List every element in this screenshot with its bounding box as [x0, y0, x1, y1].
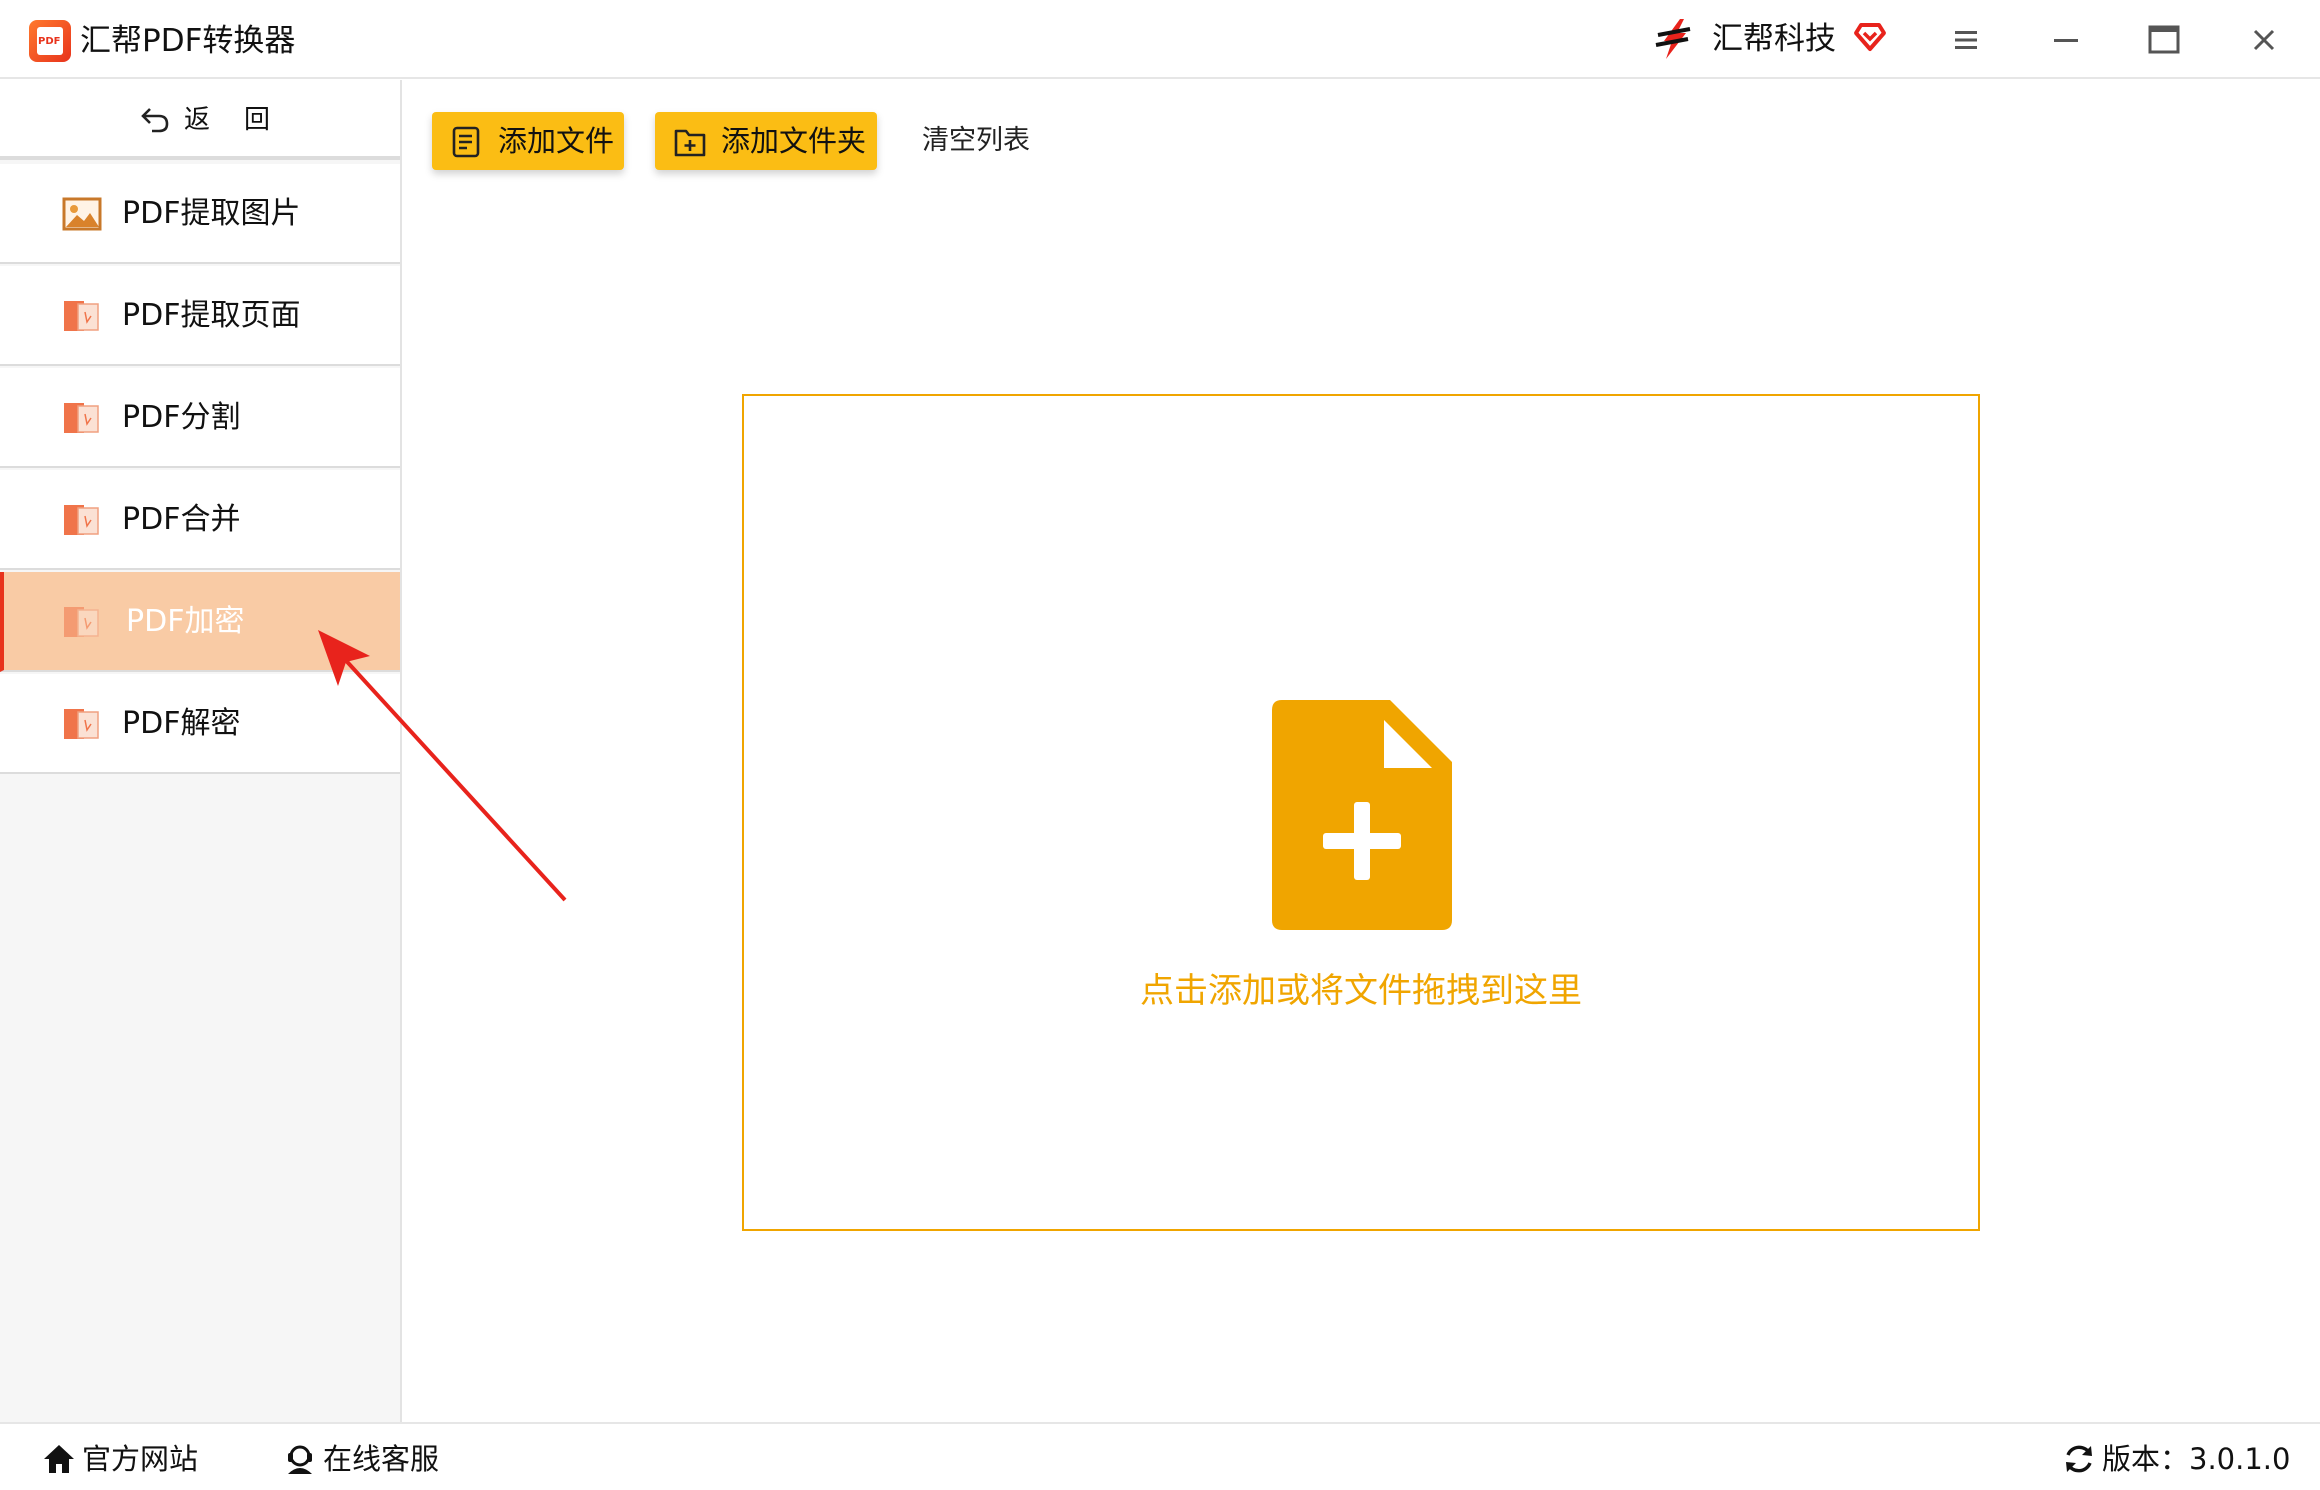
image-icon: [62, 197, 102, 231]
pdf-file-icon: [64, 403, 99, 433]
sidebar-item-label: PDF解密: [122, 706, 241, 741]
sidebar-item-extract-images[interactable]: PDF提取图片: [0, 164, 400, 264]
customer-service-icon: [288, 1445, 312, 1474]
app-logo-text: PDF: [38, 36, 61, 47]
add-folder-button[interactable]: 添加文件夹: [655, 112, 877, 170]
close-icon[interactable]: [2242, 18, 2286, 62]
title-bar: PDF 汇帮PDF转换器 汇帮科技: [0, 0, 2320, 79]
minimize-icon[interactable]: [2044, 18, 2088, 62]
sidebar-item-merge[interactable]: PDF合并: [0, 470, 400, 570]
sidebar-item-label: PDF提取图片: [122, 196, 301, 231]
sidebar-item-label: PDF提取页面: [122, 298, 301, 333]
sidebar-item-split[interactable]: PDF分割: [0, 368, 400, 468]
add-file-button[interactable]: 添加文件: [432, 112, 624, 170]
file-drop-zone[interactable]: 点击添加或将文件拖拽到这里: [742, 394, 1980, 1231]
version-info[interactable]: 版本：3.0.1.0: [2062, 1438, 2302, 1480]
add-file-icon: [452, 126, 480, 158]
vip-heart-icon[interactable]: [1852, 18, 1888, 54]
drop-hint-text: 点击添加或将文件拖拽到这里: [1140, 971, 1582, 1011]
online-service-label: 在线客服: [323, 1442, 440, 1476]
sidebar-item-label: PDF分割: [122, 400, 241, 435]
refresh-icon: [2066, 1445, 2092, 1473]
brand-name: 汇帮科技: [1712, 21, 1836, 57]
add-file-label: 添加文件: [498, 124, 615, 158]
version-label: 版本：3.0.1.0: [2102, 1442, 2291, 1476]
official-website-label: 官方网站: [82, 1442, 199, 1476]
sidebar-item-label: PDF合并: [122, 502, 241, 537]
back-button[interactable]: 返回: [0, 80, 400, 160]
pdf-file-icon: [64, 607, 99, 637]
app-title: 汇帮PDF转换器: [80, 23, 296, 59]
footer-bar: 官方网站 在线客服 版本：3.0.1.0: [0, 1422, 2320, 1490]
brand-logo-icon: [1655, 19, 1691, 59]
online-service-link[interactable]: 在线客服: [283, 1438, 463, 1480]
sidebar-item-label: PDF加密: [126, 604, 245, 639]
official-website-link[interactable]: 官方网站: [42, 1438, 222, 1480]
back-arrow-icon: [141, 108, 169, 133]
add-folder-label: 添加文件夹: [721, 124, 867, 158]
pdf-file-icon: [64, 505, 99, 535]
file-add-icon: [1272, 700, 1452, 930]
menu-icon[interactable]: [1944, 18, 1988, 62]
pdf-file-icon: [64, 301, 99, 331]
sidebar-item-extract-pages[interactable]: PDF提取页面: [0, 266, 400, 366]
back-label: 返回: [184, 105, 305, 135]
clear-list-button[interactable]: 清空列表: [922, 120, 1030, 162]
home-icon: [44, 1445, 74, 1473]
pdf-file-icon: [64, 709, 99, 739]
add-folder-icon: [674, 129, 706, 157]
annotation-arrow-icon: [318, 630, 567, 902]
app-logo-icon: PDF: [29, 20, 71, 62]
maximize-icon[interactable]: [2142, 18, 2186, 62]
